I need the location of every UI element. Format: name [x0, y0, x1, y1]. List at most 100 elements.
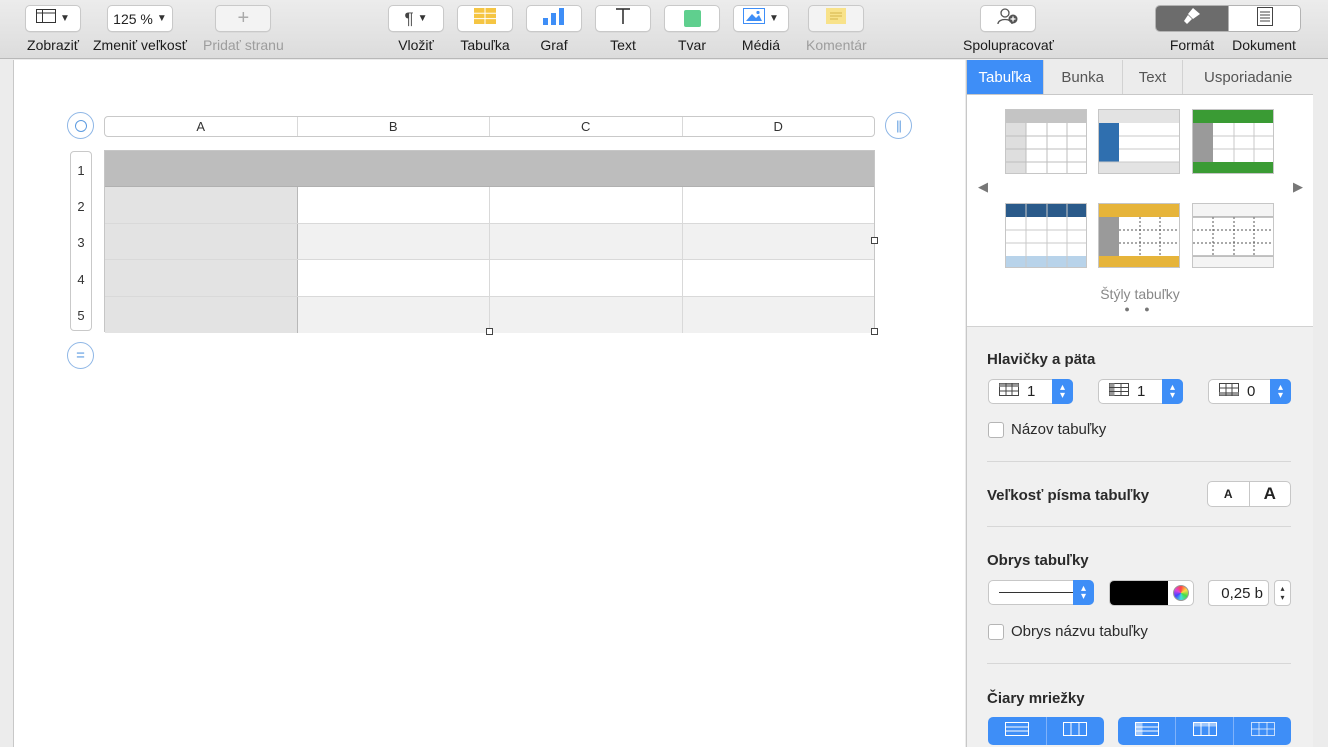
row-header[interactable]: 2: [71, 188, 91, 224]
header-columns-stepper[interactable]: 1 ▴ ▾: [1098, 379, 1183, 404]
table-header-row[interactable]: [105, 151, 874, 188]
table-style-thumbnail[interactable]: [1098, 203, 1180, 268]
table-cell[interactable]: [105, 223, 298, 260]
tab-cell[interactable]: Bunka: [1044, 60, 1123, 94]
table-row[interactable]: [105, 223, 874, 261]
outline-style-select[interactable]: ▴ ▾: [988, 580, 1094, 605]
comment-button[interactable]: [808, 5, 865, 32]
resize-handle-corner[interactable]: [871, 328, 878, 335]
column-header[interactable]: C: [490, 117, 683, 136]
add-page-button[interactable]: +: [215, 5, 272, 32]
insert-tool[interactable]: ¶ ▼ Vložiť: [388, 5, 444, 53]
outline-color-control[interactable]: [1109, 580, 1194, 606]
column-header[interactable]: A: [105, 117, 298, 136]
stepper-arrows-icon[interactable]: ▴ ▾: [1270, 379, 1291, 404]
row-header[interactable]: 1: [71, 152, 91, 188]
outline-name-checkbox[interactable]: [988, 623, 1004, 640]
add-page-tool[interactable]: + Pridať stranu: [203, 5, 284, 53]
stepper-arrows-icon[interactable]: ▴ ▾: [1052, 379, 1073, 404]
document-button[interactable]: [1228, 6, 1300, 31]
table-cell[interactable]: [490, 260, 683, 296]
column-header-bar[interactable]: A B C D: [104, 116, 875, 137]
table-row[interactable]: [105, 187, 875, 224]
format-button[interactable]: [1156, 6, 1228, 31]
document-canvas[interactable]: A B C D || 1 2 3 4 5 =: [13, 60, 965, 747]
table-tool[interactable]: Tabuľka: [457, 5, 513, 53]
table-cell[interactable]: [105, 296, 298, 333]
view-button[interactable]: ▼: [25, 5, 81, 32]
font-larger-button[interactable]: A: [1250, 482, 1291, 506]
table-cell[interactable]: [105, 187, 298, 223]
row-header-bar[interactable]: 1 2 3 4 5: [70, 151, 92, 331]
table-cell[interactable]: [298, 187, 490, 223]
horizontal-lines-button[interactable]: [988, 717, 1047, 745]
media-button[interactable]: ▼: [733, 5, 789, 32]
row-header[interactable]: 5: [71, 298, 91, 334]
outline-name-option[interactable]: Obrys názvu tabuľky: [988, 623, 1148, 640]
table-style-thumbnail[interactable]: [1005, 109, 1087, 174]
page-dots[interactable]: ● ●: [967, 304, 1313, 314]
shape-button[interactable]: [664, 5, 720, 32]
color-well[interactable]: [1110, 581, 1168, 605]
table-row[interactable]: [105, 260, 875, 297]
table-cell[interactable]: [105, 151, 874, 186]
comment-tool[interactable]: Komentár: [806, 5, 867, 53]
table-select-handle[interactable]: [67, 112, 94, 139]
table-cell[interactable]: [682, 223, 874, 260]
table-style-thumbnail[interactable]: [1192, 109, 1274, 174]
table-cell[interactable]: [490, 223, 683, 260]
color-wheel-icon[interactable]: [1173, 585, 1189, 601]
column-header[interactable]: D: [683, 117, 875, 136]
shape-tool[interactable]: Tvar: [664, 5, 720, 53]
media-tool[interactable]: ▼ Médiá: [733, 5, 789, 53]
resize-handle-bottom[interactable]: [486, 328, 493, 335]
zoom-tool[interactable]: 125 % ▼ Zmeniť veľkosť: [93, 5, 187, 53]
stepper-arrows-icon[interactable]: ▴ ▾: [1162, 379, 1183, 404]
chart-button[interactable]: [526, 5, 582, 32]
outline-width-stepper[interactable]: ▴ ▾: [1274, 580, 1291, 606]
resize-handle-right[interactable]: [871, 237, 878, 244]
chart-tool[interactable]: Graf: [526, 5, 582, 53]
zoom-select[interactable]: 125 % ▼: [106, 5, 173, 32]
popup-arrows-icon[interactable]: ▴ ▾: [1073, 580, 1094, 605]
header-rows-stepper[interactable]: 1 ▴ ▾: [988, 379, 1073, 404]
row-header[interactable]: 3: [71, 225, 91, 261]
row-header[interactable]: 4: [71, 261, 91, 297]
footer-rows-stepper[interactable]: 0 ▴ ▾: [1208, 379, 1291, 404]
table-style-thumbnail[interactable]: [1005, 203, 1087, 268]
add-column-handle[interactable]: ||: [885, 112, 912, 139]
table-style-thumbnail[interactable]: [1192, 203, 1274, 268]
outline-width-field[interactable]: 0,25 b: [1208, 580, 1269, 606]
table-cell[interactable]: [297, 223, 490, 260]
table-cell[interactable]: [298, 260, 490, 296]
table-cell[interactable]: [683, 260, 875, 295]
table-cell[interactable]: [297, 296, 490, 333]
vertical-lines-button[interactable]: [1047, 717, 1105, 745]
tab-table[interactable]: Tabuľka: [967, 60, 1044, 94]
collaborate-tool[interactable]: Spolupracovať: [963, 5, 1054, 53]
header-row-lines-button[interactable]: [1118, 717, 1176, 745]
table-cell[interactable]: [105, 260, 298, 296]
table-name-option[interactable]: Názov tabuľky: [988, 421, 1106, 438]
table-grid[interactable]: [104, 150, 875, 333]
view-tool[interactable]: ▼ Zobraziť: [25, 5, 81, 53]
insert-button[interactable]: ¶ ▼: [388, 5, 444, 32]
table-cell[interactable]: [490, 187, 683, 223]
font-smaller-button[interactable]: A: [1208, 482, 1250, 506]
collaborate-button[interactable]: [980, 5, 1037, 32]
table-cell[interactable]: [683, 187, 875, 222]
tab-arrange[interactable]: Usporiadanie: [1183, 60, 1313, 94]
column-header[interactable]: B: [298, 117, 490, 136]
text-tool[interactable]: Text: [595, 5, 651, 53]
table-style-thumbnail[interactable]: [1098, 109, 1180, 174]
text-button[interactable]: [595, 5, 651, 32]
next-styles-icon[interactable]: ▶: [1293, 179, 1303, 195]
header-column-lines-button[interactable]: [1176, 717, 1234, 745]
footer-lines-button[interactable]: [1234, 717, 1291, 745]
table-name-checkbox[interactable]: [988, 421, 1004, 438]
previous-styles-icon[interactable]: ◀: [978, 179, 988, 195]
table-cell[interactable]: [682, 296, 874, 333]
table-button[interactable]: [457, 5, 513, 32]
add-row-handle[interactable]: =: [67, 342, 94, 369]
table-cell[interactable]: [490, 296, 683, 333]
